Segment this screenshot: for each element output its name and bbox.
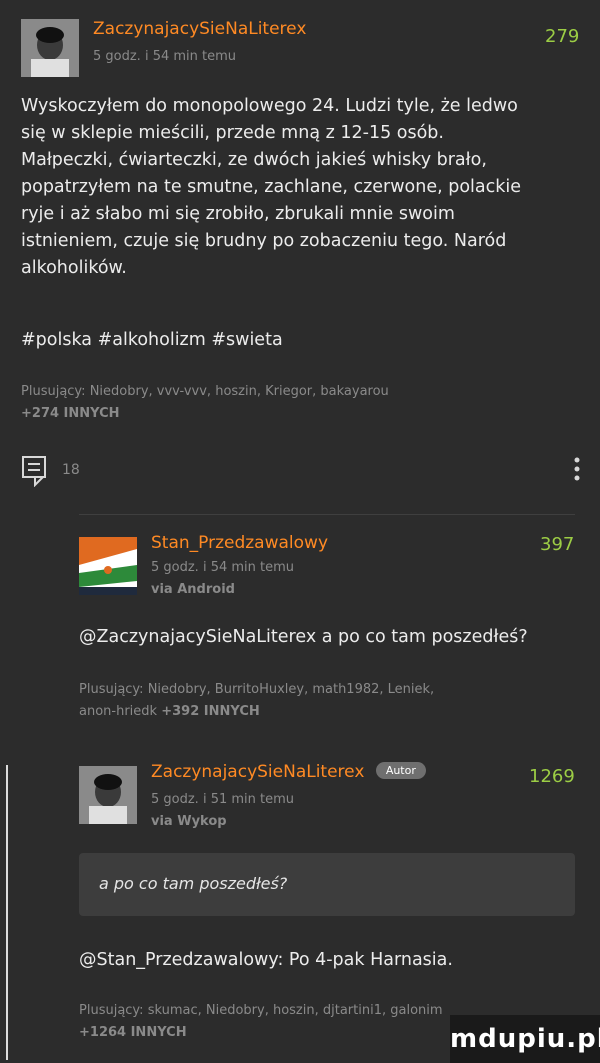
username-row: ZaczynajacySieNaLiterex Autor [151, 762, 426, 782]
body-line: popatrzyłem na te smutne, zachlane, czer… [21, 177, 522, 197]
reply-icon[interactable] [21, 455, 51, 488]
body-line: Małpeczki, ćwiarteczki, ze dwóch jakieś … [21, 150, 487, 170]
body-line: istnieniem, czuje się brudny po zobaczen… [21, 231, 507, 251]
voters-label: Plusujący: Niedobry, BurritoHuxley, math… [79, 682, 435, 697]
more-options-icon[interactable] [572, 455, 582, 485]
flag-avatar-icon [79, 537, 137, 595]
voters-list: Plusujący: Niedobry, vvv-vvv, hoszin, Kr… [21, 381, 581, 425]
avatar[interactable] [79, 537, 137, 595]
quote-block: a po co tam poszedłeś? [79, 853, 575, 916]
username[interactable]: ZaczynajacySieNaLiterex [93, 19, 306, 39]
vote-count[interactable]: 397 [540, 534, 574, 555]
author-badge: Autor [375, 762, 426, 779]
body-line: się w sklepie mieścili, przede mną z 12-… [21, 123, 444, 143]
quote-text: a po co tam poszedłeś? [99, 874, 288, 893]
post-thread: ZaczynajacySieNaLiterex 279 5 godz. i 54… [0, 0, 600, 1063]
timestamp: 5 godz. i 54 min temu [93, 49, 237, 64]
avatar[interactable] [21, 19, 79, 77]
reply-body: @ZaczynajacySieNaLiterex a po co tam pos… [79, 627, 528, 647]
reply-count: 18 [62, 462, 80, 478]
voters-more-link[interactable]: +392 INNYCH [161, 704, 260, 719]
timestamp: 5 godz. i 51 min temu [151, 792, 295, 807]
body-line: alkoholików. [21, 258, 127, 278]
avatar[interactable] [79, 766, 137, 824]
voters-list: Plusujący: Niedobry, BurritoHuxley, math… [79, 679, 579, 723]
avatar-photo-icon [21, 19, 79, 77]
avatar-photo-icon [79, 766, 137, 824]
timestamp: 5 godz. i 54 min temu [151, 560, 295, 575]
username[interactable]: Stan_Przedzawalowy [151, 533, 328, 553]
vote-count[interactable]: 279 [545, 26, 579, 47]
body-line: ryje i aż słabo mi się zrobiło, zbrukali… [21, 204, 455, 224]
hashtags[interactable]: #polska #alkoholizm #swieta [21, 327, 283, 354]
voters-more-link[interactable]: +274 INNYCH [21, 403, 581, 425]
vote-count[interactable]: 1269 [529, 766, 575, 787]
thread-highlight-line [6, 765, 8, 1060]
comment-body: Wyskoczyłem do monopolowego 24. Ludzi ty… [21, 93, 581, 282]
via-client: via Wykop [151, 814, 227, 829]
username[interactable]: ZaczynajacySieNaLiterex [151, 762, 364, 782]
body-line: Wyskoczyłem do monopolowego 24. Ludzi ty… [21, 96, 518, 116]
reply-body: @Stan_Przedzawalowy: Po 4-pak Harnasia. [79, 950, 453, 970]
voters-label: anon-hriedk [79, 704, 158, 719]
voters-label: Plusujący: skumac, Niedobry, hoszin, djt… [79, 1003, 443, 1018]
watermark-logo: mdupiu.pl [450, 1015, 600, 1063]
via-client: via Android [151, 582, 235, 597]
divider [79, 514, 575, 515]
voters-label: Plusujący: Niedobry, vvv-vvv, hoszin, Kr… [21, 384, 389, 399]
